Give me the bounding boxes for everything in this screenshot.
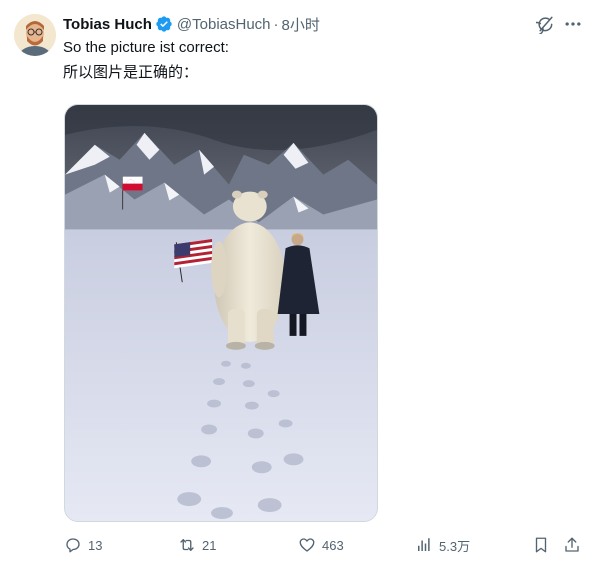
reply-count: 13 [88, 537, 103, 553]
views-button[interactable]: 5.3万 [415, 535, 470, 555]
reply-icon [66, 538, 80, 553]
verified-badge-icon[interactable] [155, 15, 173, 33]
post-image[interactable] [64, 104, 378, 522]
display-name[interactable]: Tobias Huch [63, 16, 152, 33]
user-handle[interactable]: @TobiasHuch [177, 16, 271, 33]
share-icon [565, 537, 579, 552]
bookmark-button[interactable] [532, 535, 550, 555]
separator-dot: · [273, 15, 279, 33]
post-time[interactable]: 8小时 [282, 14, 320, 35]
post-text-line-2: 所以图片是正确的： [63, 64, 199, 81]
post-text-line-1: So the picture ist correct: [63, 39, 229, 56]
share-button[interactable] [563, 535, 581, 555]
repost-count: 21 [202, 537, 217, 553]
avatar[interactable] [14, 14, 56, 56]
tweet-header: Tobias Huch @TobiasHuch · 8小时 [63, 14, 320, 34]
reply-button[interactable]: 13 [64, 535, 102, 555]
repost-icon [180, 539, 194, 551]
bookmark-icon [535, 537, 547, 553]
like-button[interactable]: 463 [298, 535, 344, 555]
views-icon [418, 538, 430, 551]
like-icon [299, 538, 315, 552]
more-icon[interactable] [563, 14, 583, 34]
repost-button[interactable]: 21 [178, 535, 216, 555]
tweet-card: Tobias Huch @TobiasHuch · 8小时 So the pic… [0, 0, 597, 568]
view-count: 5.3万 [439, 538, 471, 554]
like-count: 463 [322, 537, 344, 553]
grok-icon[interactable] [529, 14, 556, 36]
